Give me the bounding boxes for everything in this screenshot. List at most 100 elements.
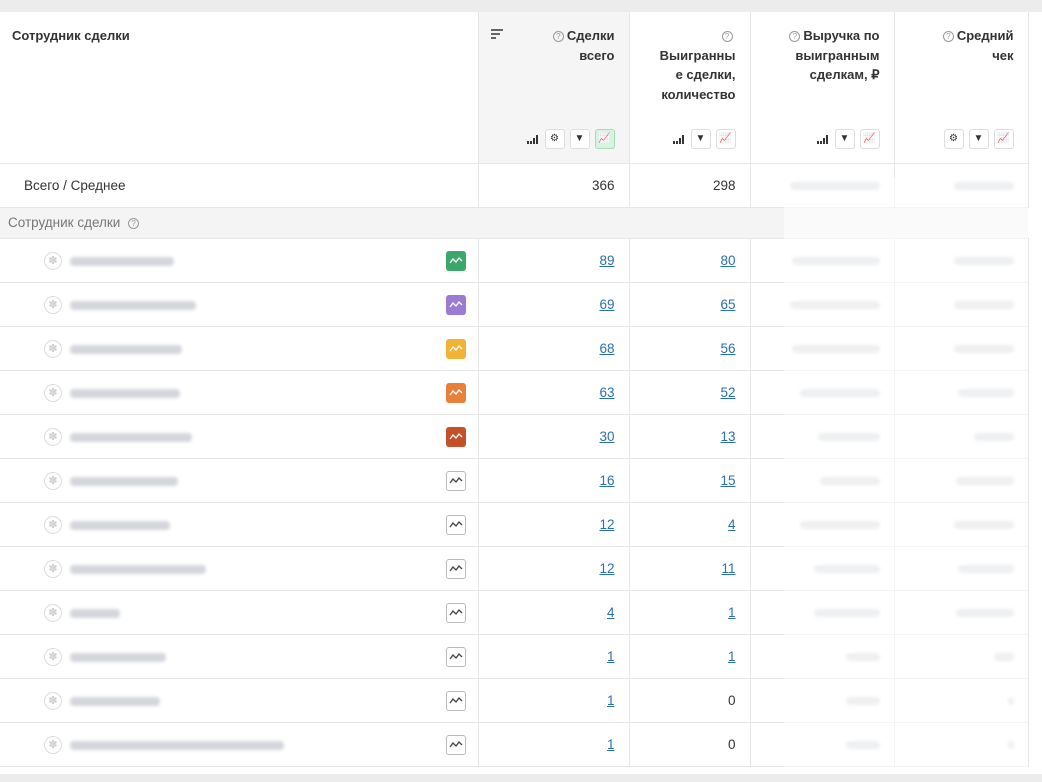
deals-cell[interactable]: 89 — [478, 238, 630, 283]
series-chart-toggle-icon[interactable] — [445, 602, 466, 623]
won-cell[interactable]: 4 — [629, 502, 751, 547]
won-link[interactable]: 1 — [728, 649, 736, 664]
header-won-deals[interactable]: ? Выигранны е сделки, количество ▼ 📈 — [629, 12, 751, 164]
deals-cell[interactable]: 1 — [478, 722, 630, 767]
series-chart-toggle-icon[interactable] — [445, 470, 466, 491]
bar-chart-icon[interactable] — [816, 134, 830, 144]
won-cell[interactable]: 11 — [629, 546, 751, 591]
won-cell[interactable]: 52 — [629, 370, 751, 415]
column-tools: ⚙ ▼ 📈 — [943, 128, 1014, 149]
won-link[interactable]: 65 — [720, 297, 735, 312]
header-employee[interactable]: Сотрудник сделки — [0, 12, 479, 164]
won-cell[interactable]: 15 — [629, 458, 751, 503]
deals-link[interactable]: 1 — [607, 649, 615, 664]
table-row[interactable]: ✽ 69 65 — [0, 282, 1029, 327]
deals-link[interactable]: 12 — [599, 561, 614, 576]
help-icon[interactable]: ? — [552, 31, 564, 42]
won-cell[interactable]: 80 — [629, 238, 751, 283]
deals-cell[interactable]: 1 — [478, 678, 630, 723]
won-link[interactable]: 4 — [728, 517, 736, 532]
won-link[interactable]: 52 — [720, 385, 735, 400]
deals-cell[interactable]: 63 — [478, 370, 630, 415]
employee-name-redacted — [70, 344, 182, 354]
won-link[interactable]: 15 — [720, 473, 735, 488]
deals-cell[interactable]: 68 — [478, 326, 630, 371]
help-icon[interactable]: ? — [789, 31, 801, 42]
series-chart-toggle-icon[interactable] — [445, 690, 466, 711]
settings-icon[interactable]: ⚙ — [544, 128, 565, 149]
help-icon[interactable]: ? — [128, 218, 140, 229]
help-icon[interactable]: ? — [942, 31, 954, 42]
revenue-cell — [750, 634, 895, 679]
table-row[interactable]: ✽ 68 56 — [0, 326, 1029, 371]
header-revenue-label: Выручка по выигранным сделкам, ₽ — [795, 28, 880, 82]
deals-cell[interactable]: 4 — [478, 590, 630, 635]
table-row[interactable]: ✽ 63 52 — [0, 370, 1029, 415]
series-chart-toggle-icon[interactable] — [445, 646, 466, 667]
table-row[interactable]: ✽ 1 0 — [0, 722, 1029, 767]
deals-link[interactable]: 68 — [599, 341, 614, 356]
series-chart-toggle-icon[interactable] — [445, 514, 466, 535]
deals-link[interactable]: 69 — [599, 297, 614, 312]
table-row[interactable]: ✽ 16 15 — [0, 458, 1029, 503]
help-icon[interactable]: ? — [721, 31, 733, 42]
table-row[interactable]: ✽ 12 11 — [0, 546, 1029, 591]
filter-icon[interactable]: ▼ — [834, 128, 855, 149]
deals-cell[interactable]: 30 — [478, 414, 630, 459]
header-deals-total[interactable]: ? Сделки всего ⚙ ▼ 📈 — [478, 12, 630, 164]
bar-chart-icon[interactable] — [672, 134, 686, 144]
deals-link[interactable]: 30 — [599, 429, 614, 444]
won-cell[interactable]: 56 — [629, 326, 751, 371]
deals-link[interactable]: 16 — [599, 473, 614, 488]
deals-cell[interactable]: 16 — [478, 458, 630, 503]
won-cell[interactable]: 65 — [629, 282, 751, 327]
series-chart-toggle-icon[interactable] — [445, 294, 466, 315]
deals-cell[interactable]: 69 — [478, 282, 630, 327]
filter-icon[interactable]: ▼ — [968, 128, 989, 149]
series-chart-toggle-icon[interactable] — [445, 250, 466, 271]
settings-icon[interactable]: ⚙ — [943, 128, 964, 149]
avatar-icon: ✽ — [44, 427, 62, 446]
series-chart-toggle-icon[interactable] — [445, 382, 466, 403]
filter-icon[interactable]: ▼ — [569, 128, 590, 149]
deals-cell[interactable]: 12 — [478, 502, 630, 547]
won-link[interactable]: 56 — [720, 341, 735, 356]
chart-toggle-icon[interactable]: 📈 — [715, 128, 736, 149]
won-link[interactable]: 11 — [721, 561, 735, 576]
deals-link[interactable]: 63 — [599, 385, 614, 400]
employee-name-redacted — [70, 652, 166, 662]
series-chart-toggle-icon[interactable] — [445, 338, 466, 359]
table-row[interactable]: ✽ 4 1 — [0, 590, 1029, 635]
table-row[interactable]: ✽ 89 80 — [0, 238, 1029, 283]
won-cell[interactable]: 1 — [629, 634, 751, 679]
deals-link[interactable]: 4 — [607, 605, 615, 620]
bar-chart-icon[interactable] — [526, 134, 540, 144]
series-chart-toggle-icon[interactable] — [445, 734, 466, 755]
chart-toggle-icon[interactable]: 📈 — [993, 128, 1014, 149]
avatar-icon: ✽ — [44, 471, 62, 490]
series-chart-toggle-icon[interactable] — [445, 426, 466, 447]
won-cell[interactable]: 1 — [629, 590, 751, 635]
header-revenue[interactable]: ? Выручка по выигранным сделкам, ₽ ▼ 📈 — [750, 12, 895, 164]
won-link[interactable]: 13 — [720, 429, 735, 444]
employee-cell: ✽ — [0, 502, 479, 547]
won-link[interactable]: 1 — [728, 605, 736, 620]
deals-link[interactable]: 1 — [607, 737, 615, 752]
chart-toggle-icon[interactable]: 📈 — [859, 128, 880, 149]
deals-cell[interactable]: 12 — [478, 546, 630, 591]
chart-toggle-icon[interactable]: 📈 — [594, 128, 615, 149]
table-row[interactable]: ✽ 1 0 — [0, 678, 1029, 723]
deals-link[interactable]: 12 — [599, 517, 614, 532]
won-cell[interactable]: 13 — [629, 414, 751, 459]
filter-icon[interactable]: ▼ — [690, 128, 711, 149]
header-average-check[interactable]: ? Средний чек ⚙ ▼ 📈 — [894, 12, 1029, 164]
sort-icon[interactable] — [490, 29, 503, 39]
series-chart-toggle-icon[interactable] — [445, 558, 466, 579]
deals-link[interactable]: 89 — [599, 253, 614, 268]
deals-link[interactable]: 1 — [607, 693, 615, 708]
table-row[interactable]: ✽ 1 1 — [0, 634, 1029, 679]
table-row[interactable]: ✽ 30 13 — [0, 414, 1029, 459]
won-link[interactable]: 80 — [720, 253, 735, 268]
deals-cell[interactable]: 1 — [478, 634, 630, 679]
table-row[interactable]: ✽ 12 4 — [0, 502, 1029, 547]
